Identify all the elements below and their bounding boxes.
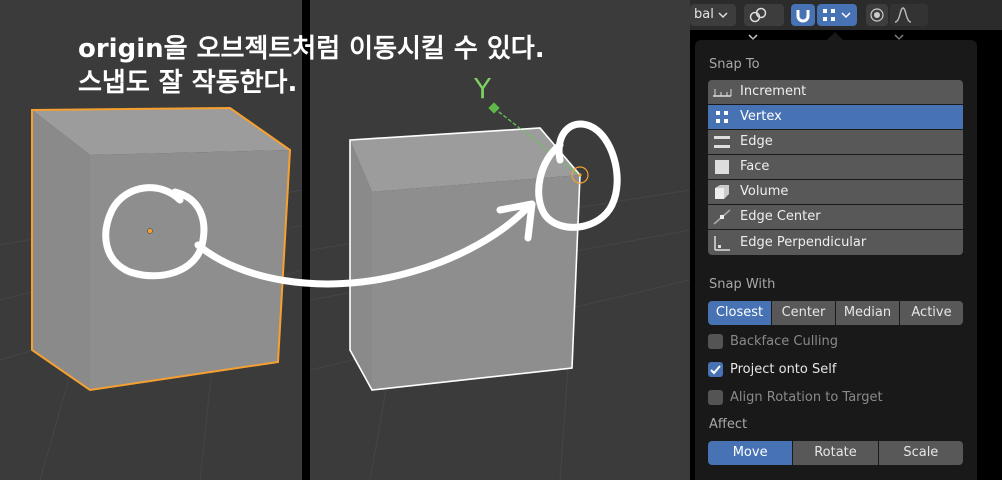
snap-to-label: Edge xyxy=(740,134,773,149)
selected-cube-side[interactable] xyxy=(90,150,290,390)
snap-with-median[interactable]: Median xyxy=(836,301,899,325)
vertex-snap-icon xyxy=(823,8,835,21)
backface-culling-option[interactable]: Backface Culling xyxy=(708,331,838,351)
falloff-curve-icon xyxy=(894,6,912,23)
proportional-edit-icon xyxy=(870,7,884,22)
object-origin-dot[interactable] xyxy=(147,228,153,234)
snap-to-edge[interactable]: Edge xyxy=(708,130,963,155)
dropdown-text: bal xyxy=(694,7,714,22)
vertex-icon xyxy=(716,111,728,123)
snap-to-label: Vertex xyxy=(740,109,782,124)
project-onto-self-option[interactable]: Project onto Self xyxy=(708,359,836,379)
snap-settings-popover: Snap To Increment Vertex Edge Face Volum… xyxy=(695,32,977,480)
annotation-caption: origin을 오브젝트처럼 이동시킬 수 있다. 스냅도 잘 작동한다. xyxy=(78,32,638,100)
edge-icon xyxy=(714,136,730,148)
project-onto-self-label: Project onto Self xyxy=(730,361,837,377)
project-onto-self-checkbox[interactable] xyxy=(708,361,723,377)
checkmark-icon xyxy=(710,364,721,374)
snap-with-heading: Snap With xyxy=(709,277,776,292)
magnet-icon xyxy=(796,9,810,22)
falloff-dropdown[interactable] xyxy=(890,4,928,40)
face-icon xyxy=(715,160,729,174)
popover-arrow xyxy=(827,32,843,40)
affect-scale[interactable]: Scale xyxy=(878,441,963,465)
snap-with-closest[interactable]: Closest xyxy=(708,301,771,325)
snap-to-vertex[interactable]: Vertex xyxy=(708,105,963,130)
align-rotation-option[interactable]: Align Rotation to Target xyxy=(708,387,883,407)
snap-to-heading: Snap To xyxy=(709,57,760,72)
edge-perpendicular-icon xyxy=(714,235,730,251)
snap-to-label: Edge Perpendicular xyxy=(740,234,867,250)
chevron-down-icon xyxy=(841,11,851,18)
affect-move[interactable]: Move xyxy=(708,441,793,465)
snap-toggle-button[interactable] xyxy=(791,4,815,26)
snap-to-label: Increment xyxy=(740,84,807,99)
snap-to-volume[interactable]: Volume xyxy=(708,180,963,205)
increment-icon xyxy=(713,89,732,97)
snap-to-edge-perpendicular[interactable]: Edge Perpendicular xyxy=(708,230,963,255)
snap-with-segmented: Closest Center Median Active xyxy=(708,301,963,325)
moved-origin-dot xyxy=(578,173,582,177)
affect-rotate[interactable]: Rotate xyxy=(793,441,878,465)
align-rotation-label: Align Rotation to Target xyxy=(730,389,883,405)
align-rotation-checkbox[interactable] xyxy=(708,389,723,405)
volume-icon xyxy=(715,185,729,199)
snap-with-active[interactable]: Active xyxy=(900,301,963,325)
proportional-edit-button[interactable] xyxy=(866,4,888,26)
edge-center-icon xyxy=(713,209,731,225)
selected-cube-front[interactable] xyxy=(32,110,90,390)
backface-culling-checkbox[interactable] xyxy=(708,333,723,349)
snap-to-label: Volume xyxy=(740,184,789,199)
active-cube-front[interactable] xyxy=(372,175,580,390)
snap-to-label: Edge Center xyxy=(740,209,821,224)
snap-to-face[interactable]: Face xyxy=(708,155,963,180)
pivot-point-button[interactable] xyxy=(744,4,784,40)
caption-line-2: 스냅도 잘 작동한다. xyxy=(78,68,298,98)
chevron-down-icon xyxy=(718,11,728,18)
snap-with-center[interactable]: Center xyxy=(772,301,835,325)
snap-element-dropdown[interactable] xyxy=(817,4,857,26)
backface-culling-label: Backface Culling xyxy=(730,333,839,349)
snap-to-label: Face xyxy=(740,159,770,174)
snap-to-edge-center[interactable]: Edge Center xyxy=(708,205,963,230)
affect-segmented: Move Rotate Scale xyxy=(708,441,963,465)
snap-to-increment[interactable]: Increment xyxy=(708,80,963,105)
snap-to-list: Increment Vertex Edge Face Volume Edge C… xyxy=(708,80,963,255)
affect-heading: Affect xyxy=(709,417,748,432)
viewport-header: bal xyxy=(690,0,1002,40)
caption-line-1: origin을 오브젝트처럼 이동시킬 수 있다. xyxy=(78,34,545,64)
transform-orientation-dropdown[interactable]: bal xyxy=(690,4,736,26)
link-icon xyxy=(749,7,767,22)
